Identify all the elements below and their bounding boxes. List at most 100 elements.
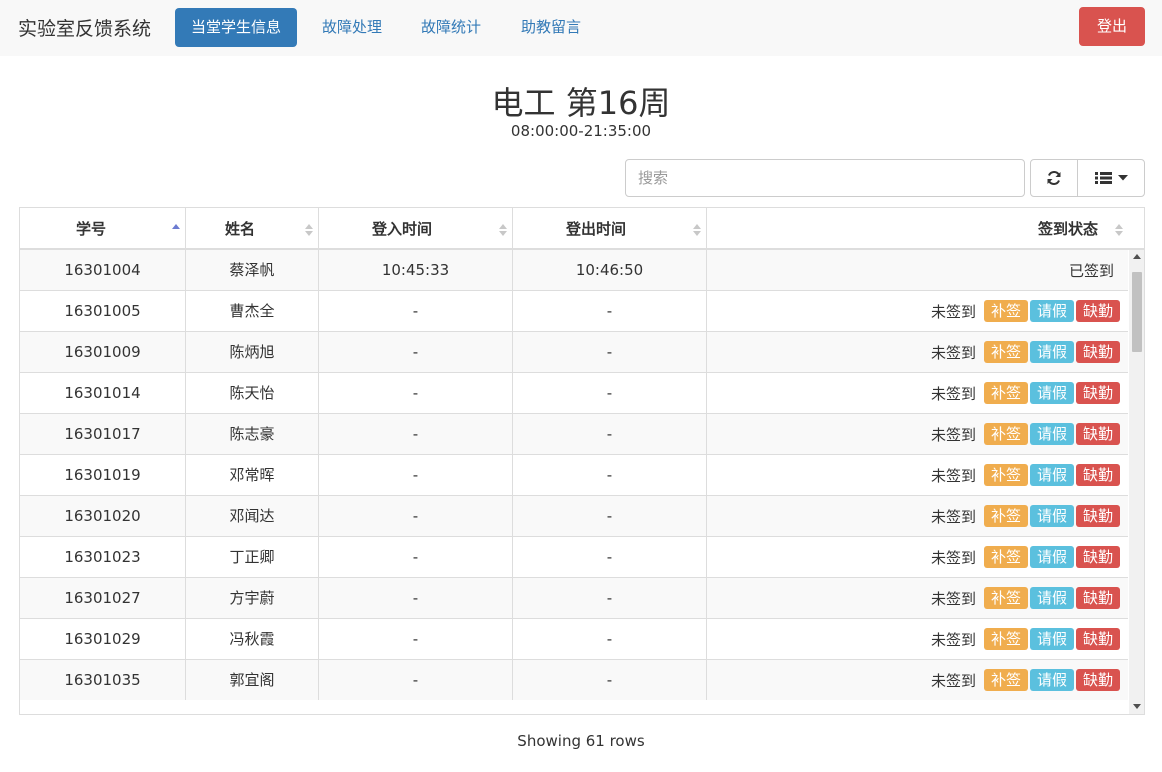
absent-button[interactable]: 缺勤 <box>1075 423 1120 445</box>
absent-button[interactable]: 缺勤 <box>1075 341 1120 363</box>
cell-student-id: 16301019 <box>20 455 186 495</box>
cell-login-time: - <box>319 291 513 331</box>
column-header-login-time[interactable]: 登入时间 <box>319 208 513 250</box>
cell-name: 陈志豪 <box>186 414 319 454</box>
cell-student-id: 16301027 <box>20 578 186 618</box>
columns-toggle-button[interactable] <box>1078 160 1144 196</box>
table-row: 16301035 郭宜阁 - - 未签到 补签 请假 缺勤 <box>20 659 1128 700</box>
cell-student-id: 16301035 <box>20 660 186 700</box>
absent-button[interactable]: 缺勤 <box>1075 464 1120 486</box>
leave-button[interactable]: 请假 <box>1029 300 1074 322</box>
leave-button[interactable]: 请假 <box>1029 464 1074 486</box>
table-row: 16301004 蔡泽帆 10:45:33 10:46:50 已签到 <box>20 249 1128 290</box>
students-table: 学号 姓名 登入时间 登出时间 签到状态 16301004 蔡泽帆 10:45:… <box>19 207 1145 715</box>
scroll-down-arrow-icon[interactable] <box>1133 704 1141 709</box>
nav-item-fault-statistics[interactable]: 故障统计 <box>405 8 497 47</box>
cell-name: 方宇蔚 <box>186 578 319 618</box>
status-text: 未签到 <box>930 302 976 321</box>
cell-student-id: 16301023 <box>20 537 186 577</box>
column-header-name[interactable]: 姓名 <box>186 208 319 250</box>
cell-login-time: 10:45:33 <box>319 250 513 290</box>
cell-name: 蔡泽帆 <box>186 250 319 290</box>
table-row: 16301023 丁正卿 - - 未签到 补签 请假 缺勤 <box>20 536 1128 577</box>
time-range: 08:00:00-21:35:00 <box>510 122 652 140</box>
cell-logout-time: - <box>513 332 707 372</box>
status-text: 未签到 <box>930 548 976 567</box>
cell-student-id: 16301020 <box>20 496 186 536</box>
makeup-sign-in-button[interactable]: 补签 <box>983 546 1028 568</box>
makeup-sign-in-button[interactable]: 补签 <box>983 341 1028 363</box>
absent-button[interactable]: 缺勤 <box>1075 587 1120 609</box>
makeup-sign-in-button[interactable]: 补签 <box>983 464 1028 486</box>
makeup-sign-in-button[interactable]: 补签 <box>983 505 1028 527</box>
leave-button[interactable]: 请假 <box>1029 669 1074 691</box>
leave-button[interactable]: 请假 <box>1029 587 1074 609</box>
absent-button[interactable]: 缺勤 <box>1075 382 1120 404</box>
nav-item-current-students[interactable]: 当堂学生信息 <box>175 8 298 47</box>
sort-both-icon <box>305 224 313 236</box>
leave-button[interactable]: 请假 <box>1029 382 1074 404</box>
cell-logout-time: - <box>513 455 707 495</box>
scroll-up-arrow-icon[interactable] <box>1133 254 1141 259</box>
status-text: 未签到 <box>930 425 976 444</box>
search-input[interactable] <box>625 159 1025 197</box>
cell-status: 未签到 补签 请假 缺勤 <box>931 455 1120 495</box>
leave-button[interactable]: 请假 <box>1029 423 1074 445</box>
refresh-icon <box>1047 171 1061 185</box>
cell-student-id: 16301009 <box>20 332 186 372</box>
cell-status: 已签到 <box>1069 250 1120 290</box>
cell-name: 郭宜阁 <box>186 660 319 700</box>
logout-button[interactable]: 登出 <box>1079 7 1145 46</box>
nav-item-fault-handling[interactable]: 故障处理 <box>306 8 398 47</box>
makeup-sign-in-button[interactable]: 补签 <box>983 587 1028 609</box>
list-icon <box>1094 172 1112 184</box>
scroll-thumb[interactable] <box>1132 272 1142 352</box>
page-title: 电工 第16周 <box>491 84 671 122</box>
leave-button[interactable]: 请假 <box>1029 341 1074 363</box>
caret-down-icon <box>1117 175 1128 181</box>
makeup-sign-in-button[interactable]: 补签 <box>983 669 1028 691</box>
absent-button[interactable]: 缺勤 <box>1075 628 1120 650</box>
status-text: 未签到 <box>930 671 976 690</box>
cell-login-time: - <box>319 455 513 495</box>
column-header-logout-time[interactable]: 登出时间 <box>513 208 707 250</box>
makeup-sign-in-button[interactable]: 补签 <box>983 300 1028 322</box>
cell-name: 陈天怡 <box>186 373 319 413</box>
makeup-sign-in-button[interactable]: 补签 <box>983 382 1028 404</box>
cell-logout-time: - <box>513 291 707 331</box>
column-header-status[interactable]: 签到状态 <box>707 208 1144 250</box>
leave-button[interactable]: 请假 <box>1029 628 1074 650</box>
table-scrollbar[interactable] <box>1129 250 1144 714</box>
cell-logout-time: - <box>513 373 707 413</box>
cell-login-time: - <box>319 660 513 700</box>
column-header-student-id[interactable]: 学号 <box>20 208 186 250</box>
cell-login-time: - <box>319 373 513 413</box>
nav-item-ta-messages[interactable]: 助教留言 <box>505 8 597 47</box>
leave-button[interactable]: 请假 <box>1029 546 1074 568</box>
refresh-button[interactable] <box>1031 160 1078 196</box>
cell-student-id: 16301005 <box>20 291 186 331</box>
cell-status: 未签到 补签 请假 缺勤 <box>931 578 1120 618</box>
cell-status: 未签到 补签 请假 缺勤 <box>931 373 1120 413</box>
absent-button[interactable]: 缺勤 <box>1075 505 1120 527</box>
absent-button[interactable]: 缺勤 <box>1075 300 1120 322</box>
absent-button[interactable]: 缺勤 <box>1075 546 1120 568</box>
cell-login-time: - <box>319 537 513 577</box>
brand-title[interactable]: 实验室反馈系统 <box>18 14 151 41</box>
table-row: 16301017 陈志豪 - - 未签到 补签 请假 缺勤 <box>20 413 1128 454</box>
cell-student-id: 16301029 <box>20 619 186 659</box>
cell-login-time: - <box>319 414 513 454</box>
sort-asc-icon <box>172 224 180 229</box>
table-toolbar <box>1030 159 1145 197</box>
leave-button[interactable]: 请假 <box>1029 505 1074 527</box>
cell-status: 未签到 补签 请假 缺勤 <box>931 332 1120 372</box>
absent-button[interactable]: 缺勤 <box>1075 669 1120 691</box>
cell-logout-time: - <box>513 537 707 577</box>
makeup-sign-in-button[interactable]: 补签 <box>983 628 1028 650</box>
sort-both-icon <box>1115 224 1123 236</box>
status-text: 未签到 <box>930 589 976 608</box>
status-text: 未签到 <box>930 384 976 403</box>
cell-student-id: 16301017 <box>20 414 186 454</box>
cell-logout-time: - <box>513 578 707 618</box>
makeup-sign-in-button[interactable]: 补签 <box>983 423 1028 445</box>
